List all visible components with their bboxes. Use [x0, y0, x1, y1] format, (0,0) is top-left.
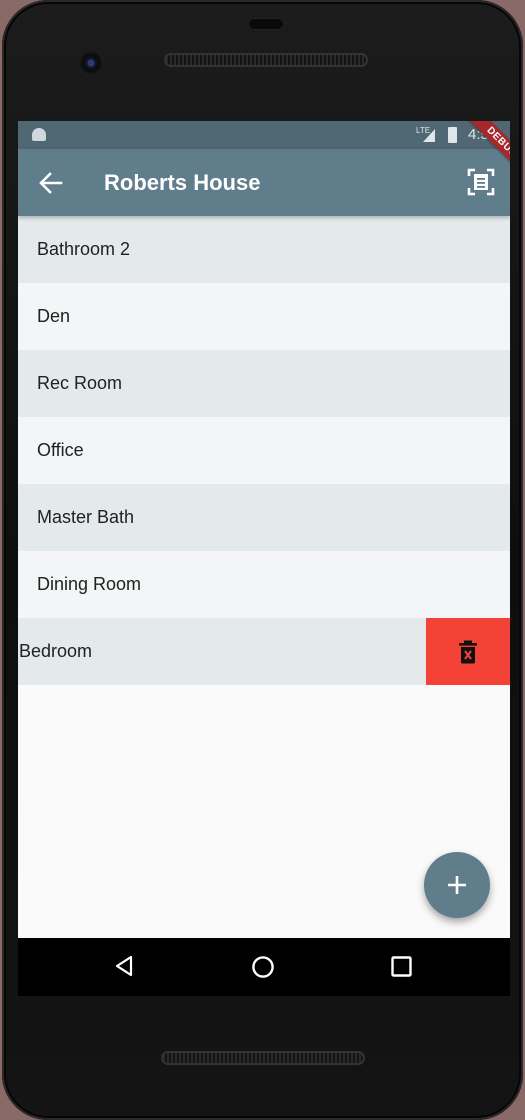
- signal-icon: [423, 129, 435, 142]
- room-list-item[interactable]: Den: [18, 283, 510, 350]
- arrow-back-icon: [39, 172, 63, 194]
- room-list-item[interactable]: Office: [18, 417, 510, 484]
- room-label: Office: [37, 440, 84, 460]
- room-list-item[interactable]: Master Bath: [18, 484, 510, 551]
- battery-icon: [448, 127, 457, 143]
- room-label: Bedroom: [19, 641, 93, 661]
- room-label: Dining Room: [37, 574, 142, 594]
- page-title: Roberts House: [104, 170, 261, 195]
- room-list-item[interactable]: Rec Room: [18, 350, 510, 417]
- earpiece-slot: [248, 18, 284, 30]
- room-list-item[interactable]: Dining Room: [18, 551, 510, 618]
- front-camera: [78, 50, 104, 76]
- scan-button[interactable]: [462, 163, 500, 201]
- back-button[interactable]: [32, 164, 70, 202]
- status-bar: LTE 4:52: [18, 121, 510, 149]
- room-label: Rec Room: [37, 373, 123, 393]
- android-notification-icon: [32, 128, 46, 141]
- room-label: Master Bath: [37, 507, 135, 527]
- delete-forever-icon: [459, 640, 477, 663]
- top-speaker-grille: [164, 53, 368, 67]
- nav-home-icon[interactable]: [251, 955, 275, 979]
- system-navigation-bar: [18, 938, 510, 996]
- app-bar: Roberts House: [18, 149, 510, 216]
- room-list-item[interactable]: Bathroom 2: [18, 216, 510, 283]
- delete-room-button[interactable]: [426, 618, 510, 685]
- app-screen: LTE 4:52 Roberts House DEBUG Bathroom 2: [18, 121, 510, 938]
- room-list: Bathroom 2 Den Rec Room Office Master Ba…: [18, 216, 510, 685]
- nav-back-icon[interactable]: [114, 955, 136, 977]
- document-scanner-icon: [467, 168, 495, 196]
- room-label: Bathroom 2: [37, 239, 131, 259]
- nav-recents-icon[interactable]: [391, 956, 412, 977]
- bottom-speaker-grille: [161, 1051, 365, 1065]
- plus-icon: [448, 876, 466, 894]
- room-label: Den: [37, 306, 71, 326]
- room-list-item-swiped[interactable]: Bedroom: [18, 618, 510, 685]
- add-room-button[interactable]: [424, 852, 490, 918]
